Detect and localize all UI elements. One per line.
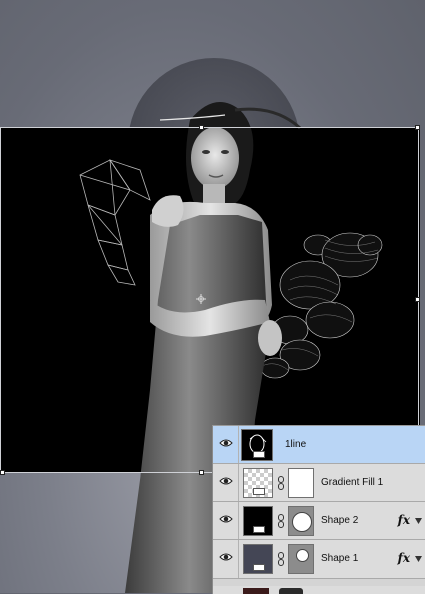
thumbnail-badge xyxy=(253,526,265,533)
eye-icon[interactable] xyxy=(219,514,233,524)
transform-center-crosshair[interactable] xyxy=(196,294,206,304)
layer-thumbnail[interactable] xyxy=(243,588,269,594)
transform-handle-bottom-left[interactable] xyxy=(0,470,5,475)
layer-thumbnail[interactable] xyxy=(241,429,273,461)
visibility-toggle[interactable] xyxy=(213,464,239,501)
layer-mask-thumbnail[interactable] xyxy=(288,468,314,498)
thumbnail-badge xyxy=(253,488,265,495)
eye-icon[interactable] xyxy=(219,552,233,562)
eye-icon[interactable] xyxy=(219,438,233,448)
thumbnail-badge xyxy=(253,564,265,571)
transform-handle-bottom-center[interactable] xyxy=(199,470,204,475)
layer-name[interactable]: Gradient Fill 1 xyxy=(321,464,383,502)
expand-triangle-icon[interactable] xyxy=(415,556,422,562)
layer-name[interactable]: Shape 1 xyxy=(321,540,358,578)
layer-row-shape-1[interactable]: Shape 1 fx xyxy=(213,540,425,579)
layer-thumbnail[interactable] xyxy=(243,468,273,498)
visibility-toggle[interactable] xyxy=(213,540,239,578)
vector-mask-thumbnail[interactable] xyxy=(288,506,314,536)
link-chain-icon[interactable] xyxy=(277,514,285,528)
layer-mask-thumbnail[interactable] xyxy=(279,588,303,594)
layers-panel: 1line Gradient Fill 1 Shape 2 fx Shape 1… xyxy=(212,425,425,594)
layer-name[interactable]: Shape 2 xyxy=(321,502,358,540)
transform-handle-middle-right[interactable] xyxy=(415,297,420,302)
fx-icon[interactable]: fx xyxy=(398,551,410,565)
circle-shape xyxy=(292,512,312,532)
layer-row-1line[interactable]: 1line xyxy=(213,426,425,464)
layer-name[interactable]: 1line xyxy=(285,426,306,464)
transform-handle-top-center[interactable] xyxy=(199,125,204,130)
eye-icon[interactable] xyxy=(219,476,233,486)
visibility-toggle[interactable] xyxy=(213,502,239,539)
thumbnail-badge xyxy=(253,451,265,458)
transform-handle-top-right[interactable] xyxy=(415,125,420,130)
vector-mask-thumbnail[interactable] xyxy=(288,544,314,574)
layer-thumbnail[interactable] xyxy=(243,506,273,536)
layer-row-gradient-fill-1[interactable]: Gradient Fill 1 xyxy=(213,464,425,502)
link-chain-icon[interactable] xyxy=(277,476,285,490)
fx-icon[interactable]: fx xyxy=(398,513,410,527)
expand-triangle-icon[interactable] xyxy=(415,518,422,524)
layer-row-shape-2[interactable]: Shape 2 fx xyxy=(213,502,425,540)
link-chain-icon[interactable] xyxy=(277,552,285,566)
visibility-toggle[interactable] xyxy=(213,426,239,463)
layer-thumbnail[interactable] xyxy=(243,544,273,574)
circle-shape xyxy=(296,549,309,562)
